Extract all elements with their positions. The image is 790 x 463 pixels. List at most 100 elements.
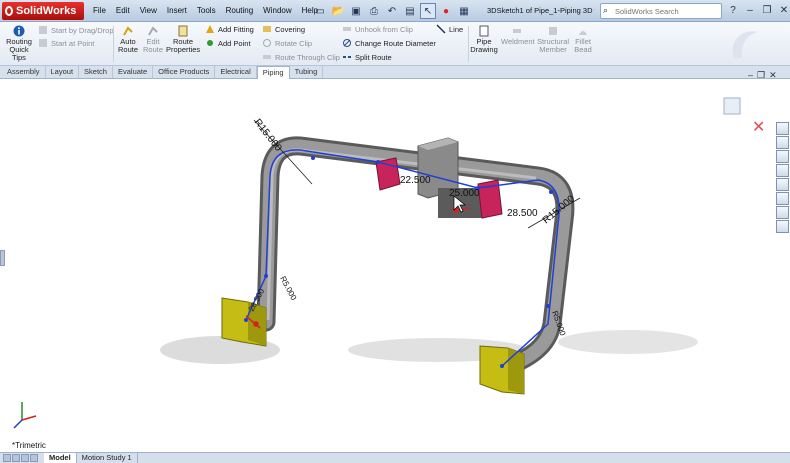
save-icon[interactable]: ▣ bbox=[348, 3, 364, 19]
point-icon bbox=[207, 40, 213, 46]
structural-member-button[interactable]: Structural Member bbox=[536, 25, 570, 54]
covering-button[interactable]: Covering bbox=[262, 24, 305, 36]
menu-routing[interactable]: Routing bbox=[221, 0, 259, 22]
drag-drop-icon bbox=[39, 26, 47, 34]
view-palette-icon[interactable] bbox=[776, 178, 789, 191]
line-button[interactable]: Line bbox=[436, 24, 463, 36]
solidworks-logo[interactable]: SolidWorks bbox=[2, 2, 84, 20]
menu-file[interactable]: File bbox=[88, 0, 111, 22]
confirmation-corner: ✕ bbox=[723, 97, 765, 136]
dim-r-top-left[interactable]: R15.000 bbox=[252, 117, 284, 154]
tab-sketch[interactable]: Sketch bbox=[79, 66, 113, 78]
open-icon[interactable]: 📂 bbox=[330, 3, 346, 19]
route-points[interactable] bbox=[244, 156, 553, 368]
tab-electrical[interactable]: Electrical bbox=[215, 66, 257, 78]
title-bar: SolidWorks File Edit View Insert Tools R… bbox=[0, 0, 790, 22]
weldment-button[interactable]: Weldment bbox=[501, 25, 535, 46]
menu-insert[interactable]: Insert bbox=[162, 0, 192, 22]
triad-icon bbox=[13, 402, 37, 429]
options-icon[interactable]: ▦ bbox=[456, 3, 472, 19]
appearances-icon[interactable] bbox=[776, 192, 789, 205]
menu-tools[interactable]: Tools bbox=[192, 0, 221, 22]
file-explorer-icon[interactable] bbox=[776, 150, 789, 163]
rebuild-icon[interactable]: ▤ bbox=[402, 3, 418, 19]
info-icon bbox=[13, 25, 25, 37]
line-icon bbox=[436, 24, 446, 34]
new-document-icon[interactable]: ▭ bbox=[312, 3, 328, 19]
endpoint-box-right[interactable] bbox=[479, 345, 525, 395]
search-input[interactable] bbox=[615, 5, 719, 17]
help-icon[interactable]: ? bbox=[726, 3, 740, 19]
graphics-area[interactable]: R15.000 22.500 25.000 28.500 R15.000 28.… bbox=[8, 80, 774, 452]
auto-route-button[interactable]: Auto Route bbox=[117, 25, 139, 54]
rotate-clip-button[interactable]: Rotate Clip bbox=[262, 38, 312, 50]
custom-properties-icon[interactable] bbox=[776, 206, 789, 219]
menu-window[interactable]: Window bbox=[258, 0, 296, 22]
route-clip-icon bbox=[263, 55, 271, 59]
route-properties-icon bbox=[178, 25, 188, 37]
menu-bar: File Edit View Insert Tools Routing Wind… bbox=[88, 0, 323, 22]
close-icon[interactable]: ✕ bbox=[777, 3, 790, 19]
route-properties-button[interactable]: Route Properties bbox=[166, 25, 200, 54]
split-route-button[interactable]: Split Route bbox=[342, 52, 392, 64]
separator bbox=[113, 26, 114, 62]
edit-route-icon bbox=[148, 26, 158, 36]
pipe-drawing-button[interactable]: Pipe Drawing bbox=[470, 25, 498, 54]
tab-layout[interactable]: Layout bbox=[46, 66, 80, 78]
forum-icon[interactable] bbox=[776, 220, 789, 233]
add-fitting-button[interactable]: Add Fitting bbox=[205, 24, 254, 36]
search-panel-icon[interactable] bbox=[776, 164, 789, 177]
title-icons: ? – ❐ ✕ bbox=[726, 3, 790, 19]
menu-view[interactable]: View bbox=[135, 0, 162, 22]
separator bbox=[468, 26, 469, 62]
edit-route-button[interactable]: Edit Route bbox=[142, 25, 164, 54]
cancel-corner-icon[interactable]: ✕ bbox=[752, 119, 765, 136]
traffic-light-icon[interactable]: ● bbox=[438, 3, 454, 19]
routing-quick-tips-button[interactable]: Routing Quick Tips bbox=[4, 25, 34, 62]
start-point-icon bbox=[39, 39, 47, 47]
first-tab-icon[interactable] bbox=[3, 454, 11, 462]
rebuild-corner-icon[interactable] bbox=[723, 97, 741, 115]
restore-icon[interactable]: ❐ bbox=[760, 3, 774, 19]
command-manager: Routing Quick Tips Start by Drag/Drop St… bbox=[0, 22, 790, 66]
prev-tab-icon[interactable] bbox=[12, 454, 20, 462]
tab-scroll-nav[interactable] bbox=[0, 453, 44, 463]
start-by-drag-drop-button[interactable]: Start by Drag/Drop bbox=[38, 25, 114, 37]
task-pane bbox=[776, 122, 790, 238]
dim-r-left-lower[interactable]: R5.000 bbox=[278, 275, 298, 302]
menu-edit[interactable]: Edit bbox=[111, 0, 135, 22]
design-library-icon[interactable] bbox=[776, 136, 789, 149]
view-orientation-label: *Trimetric bbox=[12, 441, 46, 450]
fillet-bead-icon bbox=[579, 31, 587, 35]
start-at-point-button[interactable]: Start at Point bbox=[38, 38, 94, 50]
tab-tubing[interactable]: Tubing bbox=[290, 66, 324, 78]
search-box[interactable]: ⌕ bbox=[600, 3, 722, 19]
auto-route-icon bbox=[123, 26, 133, 36]
next-tab-icon[interactable] bbox=[21, 454, 29, 462]
ds-watermark-icon bbox=[732, 31, 758, 58]
undo-icon[interactable]: ↶ bbox=[384, 3, 400, 19]
minimize-icon[interactable]: – bbox=[743, 3, 757, 19]
covering-icon bbox=[263, 26, 271, 32]
last-tab-icon[interactable] bbox=[30, 454, 38, 462]
select-cursor-icon[interactable]: ↖ bbox=[420, 3, 436, 19]
dim-left-top[interactable]: 22.500 bbox=[400, 175, 431, 186]
tab-model[interactable]: Model bbox=[44, 453, 77, 463]
print-icon[interactable]: ⎙ bbox=[366, 3, 382, 19]
route-through-clip-button[interactable]: Route Through Clip bbox=[262, 52, 340, 64]
structural-member-icon bbox=[549, 27, 557, 35]
feature-manager-toggle[interactable] bbox=[0, 250, 5, 266]
add-point-button[interactable]: Add Point bbox=[205, 38, 251, 50]
fillet-bead-button[interactable]: Fillet Bead bbox=[572, 25, 594, 54]
resources-icon[interactable] bbox=[776, 122, 789, 135]
tab-motion-study-1[interactable]: Motion Study 1 bbox=[77, 453, 138, 463]
shadow-right bbox=[558, 330, 698, 354]
dim-right-top[interactable]: 28.500 bbox=[507, 208, 538, 219]
tab-evaluate[interactable]: Evaluate bbox=[113, 66, 154, 78]
tab-office-products[interactable]: Office Products bbox=[153, 66, 216, 78]
tab-assembly[interactable]: Assembly bbox=[2, 66, 46, 78]
tab-piping[interactable]: Piping bbox=[256, 66, 290, 79]
ds-logo-icon bbox=[5, 6, 13, 16]
change-route-diameter-button[interactable]: Change Route Diameter bbox=[342, 38, 436, 50]
unhook-from-clip-button[interactable]: Unhook from Clip bbox=[342, 24, 413, 36]
